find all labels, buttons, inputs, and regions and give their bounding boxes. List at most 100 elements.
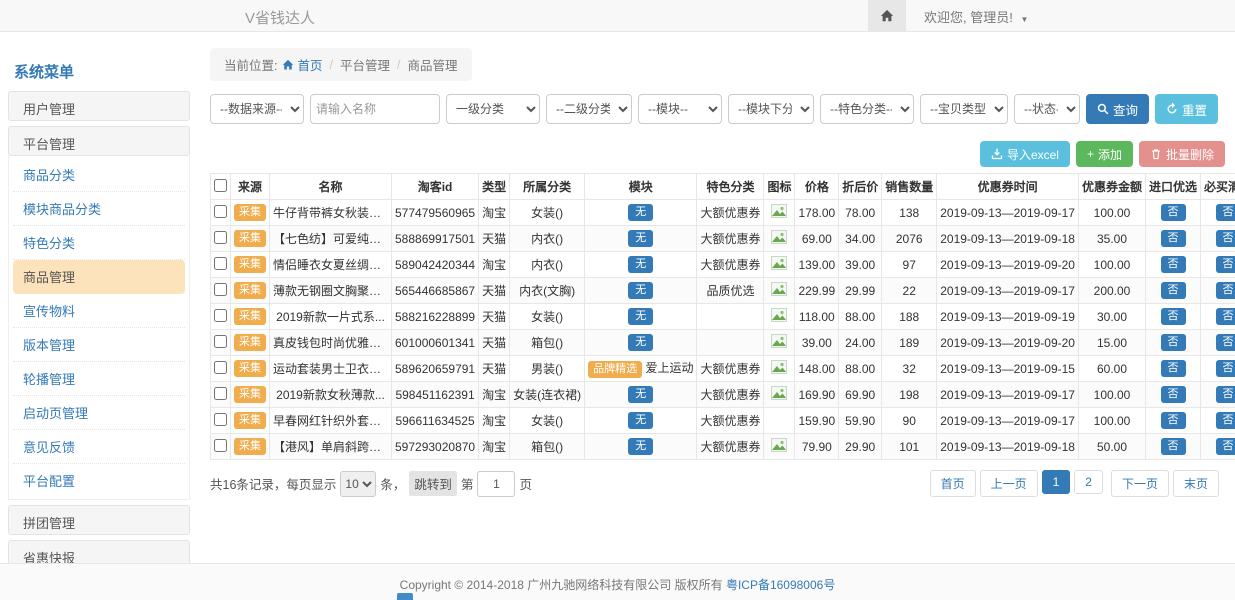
row-checkbox[interactable] <box>214 257 227 270</box>
table-row: 采集【七色纺】可爱纯棉家...588869917501天猫内衣()无大额优惠券6… <box>211 226 1235 252</box>
sidebar-item-platform-config[interactable]: 平台配置 <box>13 464 185 497</box>
source-badge: 采集 <box>234 438 266 454</box>
page-size-select[interactable]: 10 <box>340 471 376 497</box>
sidebar-section-group-buy[interactable]: 拼团管理 <box>8 505 190 535</box>
add-button[interactable]: + 添加 <box>1076 141 1133 167</box>
row-checkbox[interactable] <box>214 283 227 296</box>
feature-category <box>697 304 764 330</box>
select-all-checkbox[interactable] <box>214 179 227 192</box>
first-page-button[interactable]: 首页 <box>930 470 976 497</box>
breadcrumb: 当前位置: 首页 / 平台管理 / 商品管理 <box>210 48 472 81</box>
row-checkbox[interactable] <box>214 439 227 452</box>
breadcrumb-home-link[interactable]: 首页 <box>277 55 322 74</box>
import-select-toggle[interactable]: 否 <box>1161 438 1186 455</box>
must-buy-toggle[interactable]: 否 <box>1216 308 1235 325</box>
row-checkbox[interactable] <box>214 231 227 244</box>
taoke-id: 588216228899 <box>392 304 479 330</box>
level2-category-select[interactable]: --二级分类-- <box>546 94 632 124</box>
import-select-toggle[interactable]: 否 <box>1161 230 1186 247</box>
sidebar-item-goods-category[interactable]: 商品分类 <box>13 158 185 192</box>
module-sub-select[interactable]: --模块下分类-- <box>728 94 814 124</box>
search-button[interactable]: 查询 <box>1086 94 1149 124</box>
page-button[interactable]: 1 <box>1042 470 1071 494</box>
sidebar-item-goods-management[interactable]: 商品管理 <box>13 260 185 294</box>
row-select-cell <box>211 408 231 434</box>
top-navbar: V省钱达人 欢迎您, 管理员! ▼ <box>0 0 1235 32</box>
product-thumbnail-icon <box>771 360 787 377</box>
import-select-toggle[interactable]: 否 <box>1161 282 1186 299</box>
must-buy-toggle[interactable]: 否 <box>1216 360 1235 377</box>
price: 79.90 <box>795 434 839 460</box>
source-badge: 采集 <box>234 230 266 246</box>
feature-category-select[interactable]: --特色分类-- <box>820 94 914 124</box>
module-cell: 无 <box>585 226 697 252</box>
reset-button[interactable]: 重置 <box>1155 94 1218 124</box>
must-buy-cell: 否 <box>1201 408 1235 434</box>
must-buy-toggle[interactable]: 否 <box>1216 438 1235 455</box>
col-import-select: 进口优选 <box>1146 174 1201 200</box>
must-buy-toggle[interactable]: 否 <box>1216 282 1235 299</box>
import-select-toggle[interactable]: 否 <box>1161 360 1186 377</box>
import-excel-button[interactable]: 导入excel <box>980 141 1070 167</box>
name-search-input[interactable] <box>310 94 440 124</box>
table-row: 采集运动套装男士卫衣初秋...589620659791天猫男装()品牌精选 爱上… <box>211 356 1235 382</box>
sidebar-item-module-goods-category[interactable]: 模块商品分类 <box>13 192 185 226</box>
sidebar-item-version-management[interactable]: 版本管理 <box>13 328 185 362</box>
product-category: 箱包() <box>510 434 585 460</box>
must-buy-cell: 否 <box>1201 278 1235 304</box>
import-select-toggle[interactable]: 否 <box>1161 334 1186 351</box>
price: 169.90 <box>795 382 839 408</box>
row-checkbox[interactable] <box>214 309 227 322</box>
must-buy-toggle[interactable]: 否 <box>1216 230 1235 247</box>
jump-page-input[interactable] <box>477 471 515 497</box>
import-select-toggle[interactable]: 否 <box>1161 256 1186 273</box>
coupon-time: 2019-09-13—2019-09-19 <box>937 304 1079 330</box>
sidebar-item-feature-category[interactable]: 特色分类 <box>13 226 185 260</box>
sidebar-item-carousel-management[interactable]: 轮播管理 <box>13 362 185 396</box>
must-buy-toggle[interactable]: 否 <box>1216 412 1235 429</box>
import-select-toggle[interactable]: 否 <box>1161 412 1186 429</box>
icon-cell <box>764 304 795 330</box>
last-page-button[interactable]: 末页 <box>1173 470 1219 497</box>
icp-link[interactable]: 粤ICP备16098006号 <box>726 578 835 592</box>
sidebar-item-splash-management[interactable]: 启动页管理 <box>13 396 185 430</box>
import-select-toggle[interactable]: 否 <box>1161 204 1186 221</box>
module-select[interactable]: --模块-- <box>638 94 722 124</box>
level1-category-select[interactable]: 一级分类 <box>446 94 540 124</box>
sidebar-item-promo-materials[interactable]: 宣传物料 <box>13 294 185 328</box>
row-checkbox[interactable] <box>214 387 227 400</box>
must-buy-toggle[interactable]: 否 <box>1216 204 1235 221</box>
must-buy-toggle[interactable]: 否 <box>1216 386 1235 403</box>
row-checkbox[interactable] <box>214 413 227 426</box>
row-checkbox[interactable] <box>214 335 227 348</box>
row-checkbox[interactable] <box>214 361 227 374</box>
coupon-amount: 100.00 <box>1078 252 1145 278</box>
row-checkbox[interactable] <box>214 205 227 218</box>
user-menu[interactable]: 欢迎您, 管理员! ▼ <box>924 7 1028 26</box>
import-select-toggle[interactable]: 否 <box>1161 386 1186 403</box>
status-select[interactable]: --状态-- <box>1014 94 1080 124</box>
import-select-toggle[interactable]: 否 <box>1161 308 1186 325</box>
sidebar-section-platform[interactable]: 平台管理 <box>8 126 190 156</box>
prev-page-button[interactable]: 上一页 <box>980 470 1038 497</box>
sidebar-section-users[interactable]: 用户管理 <box>8 91 190 121</box>
next-page-button[interactable]: 下一页 <box>1111 470 1169 497</box>
product-category: 女装() <box>510 200 585 226</box>
item-type-select[interactable]: --宝贝类型-- <box>920 94 1008 124</box>
sidebar-item-feedback[interactable]: 意见反馈 <box>13 430 185 464</box>
discount-price: 29.90 <box>839 434 882 460</box>
col-category: 所属分类 <box>510 174 585 200</box>
batch-delete-button[interactable]: 批量删除 <box>1139 141 1225 167</box>
page-button[interactable]: 2 <box>1074 470 1103 494</box>
discount-price: 88.00 <box>839 356 882 382</box>
product-name: 早春网红针织外套女春... <box>270 408 392 434</box>
data-source-select[interactable]: --数据来源-- <box>210 94 304 124</box>
product-type: 天猫 <box>479 330 510 356</box>
products-table: 来源 名称 淘客id 类型 所属分类 模块 特色分类 图标 价格 折后价 销售数… <box>210 173 1235 460</box>
must-buy-toggle[interactable]: 否 <box>1216 334 1235 351</box>
home-button[interactable] <box>868 0 906 32</box>
coupon-time: 2019-09-13—2019-09-17 <box>937 408 1079 434</box>
feature-category: 大额优惠券 <box>697 226 764 252</box>
import-select-cell: 否 <box>1146 434 1201 460</box>
must-buy-toggle[interactable]: 否 <box>1216 256 1235 273</box>
